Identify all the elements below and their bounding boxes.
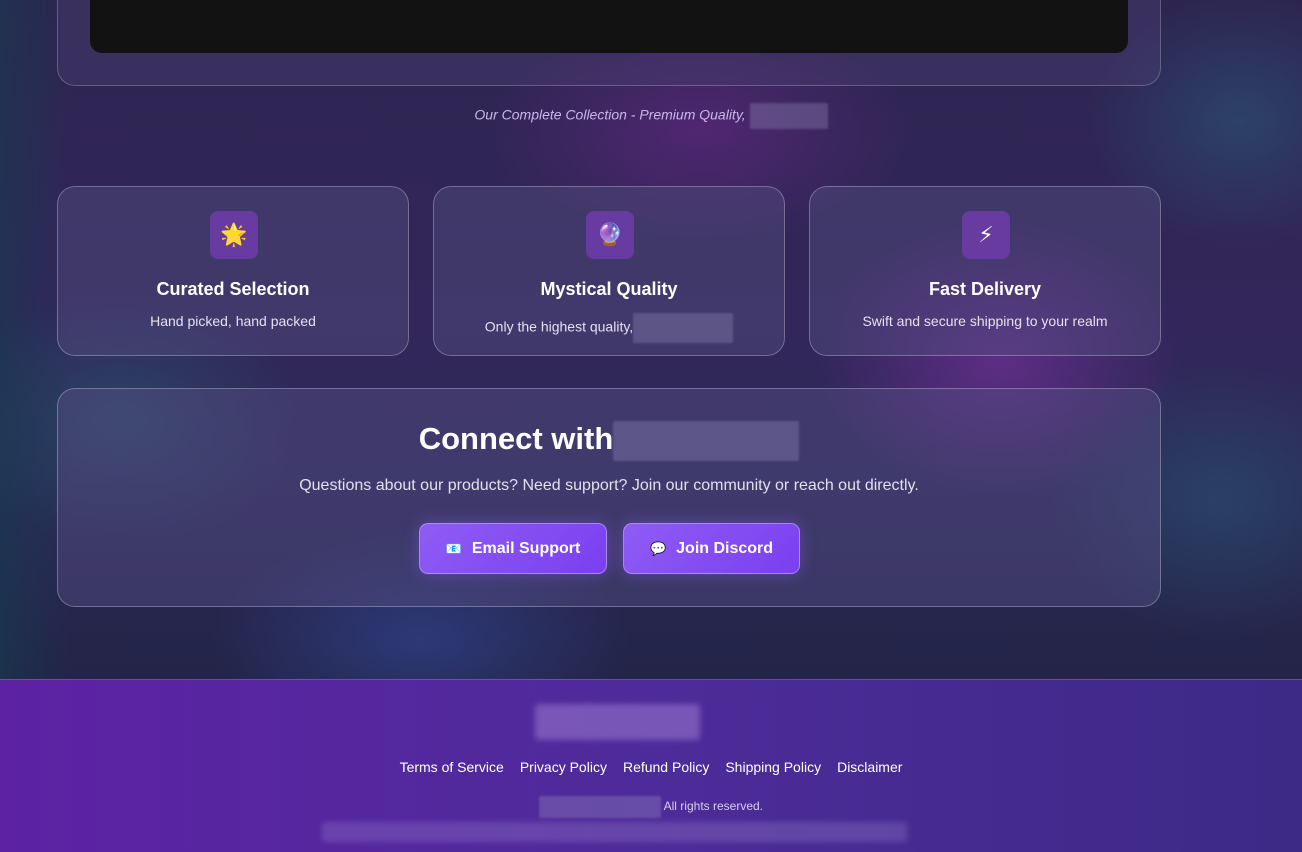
crystal-ball-icon: 🔮 [586,211,634,259]
hero-image [90,0,1128,53]
feature-card-delivery: ⚡ Fast Delivery Swift and secure shippin… [809,186,1161,356]
copyright: All rights reserved. [0,796,1302,818]
feature-description: Swift and secure shipping to your realm [862,313,1108,329]
copyright-text: All rights reserved. [663,799,764,814]
footer-logo [535,704,700,740]
join-discord-label: Join Discord [676,539,774,557]
feature-card-mystical: 🔮 Mystical Quality Only the highest qual… [433,186,785,356]
footer-link-disclaimer[interactable]: Disclaimer [837,759,902,775]
redacted-footer-note [322,822,907,842]
feature-title: Fast Delivery [928,279,1042,299]
email-support-label: Email Support [471,539,581,557]
feature-description: Only the highest quality, [434,313,784,343]
join-discord-button[interactable]: 💬 Join Discord [623,523,800,574]
lightning-icon: ⚡ [962,211,1010,259]
footer-link-refund[interactable]: Refund Policy [623,759,709,775]
connect-title: Connect with [58,421,1160,461]
redacted-brand-name [633,313,734,343]
email-support-button[interactable]: 📧 Email Support [419,523,607,574]
redacted-brand-name [613,421,800,461]
collection-caption-text: Our Complete Collection - Premium Qualit… [474,106,746,123]
feature-card-curated: 🌟 Curated Selection Hand picked, hand pa… [57,186,409,356]
redacted-brand-name [749,103,828,129]
email-icon: 📧 [445,540,462,556]
footer: Terms of Service Privacy Policy Refund P… [0,679,1302,852]
collection-caption: Our Complete Collection - Premium Qualit… [0,103,1302,129]
glowing-star-icon: 🌟 [210,211,258,259]
feature-title: Mystical Quality [540,279,678,299]
feature-description: Hand picked, hand packed [150,313,316,329]
footer-link-privacy[interactable]: Privacy Policy [520,759,607,775]
footer-link-shipping[interactable]: Shipping Policy [725,759,821,775]
redacted-company-name [538,796,661,818]
footer-links: Terms of Service Privacy Policy Refund P… [0,759,1302,775]
connect-card: Connect with Questions about our product… [57,388,1161,607]
connect-subtitle: Questions about our products? Need suppo… [299,477,919,494]
feature-title: Curated Selection [156,279,310,299]
chat-bubble-icon: 💬 [649,540,667,556]
footer-link-terms[interactable]: Terms of Service [400,759,504,775]
